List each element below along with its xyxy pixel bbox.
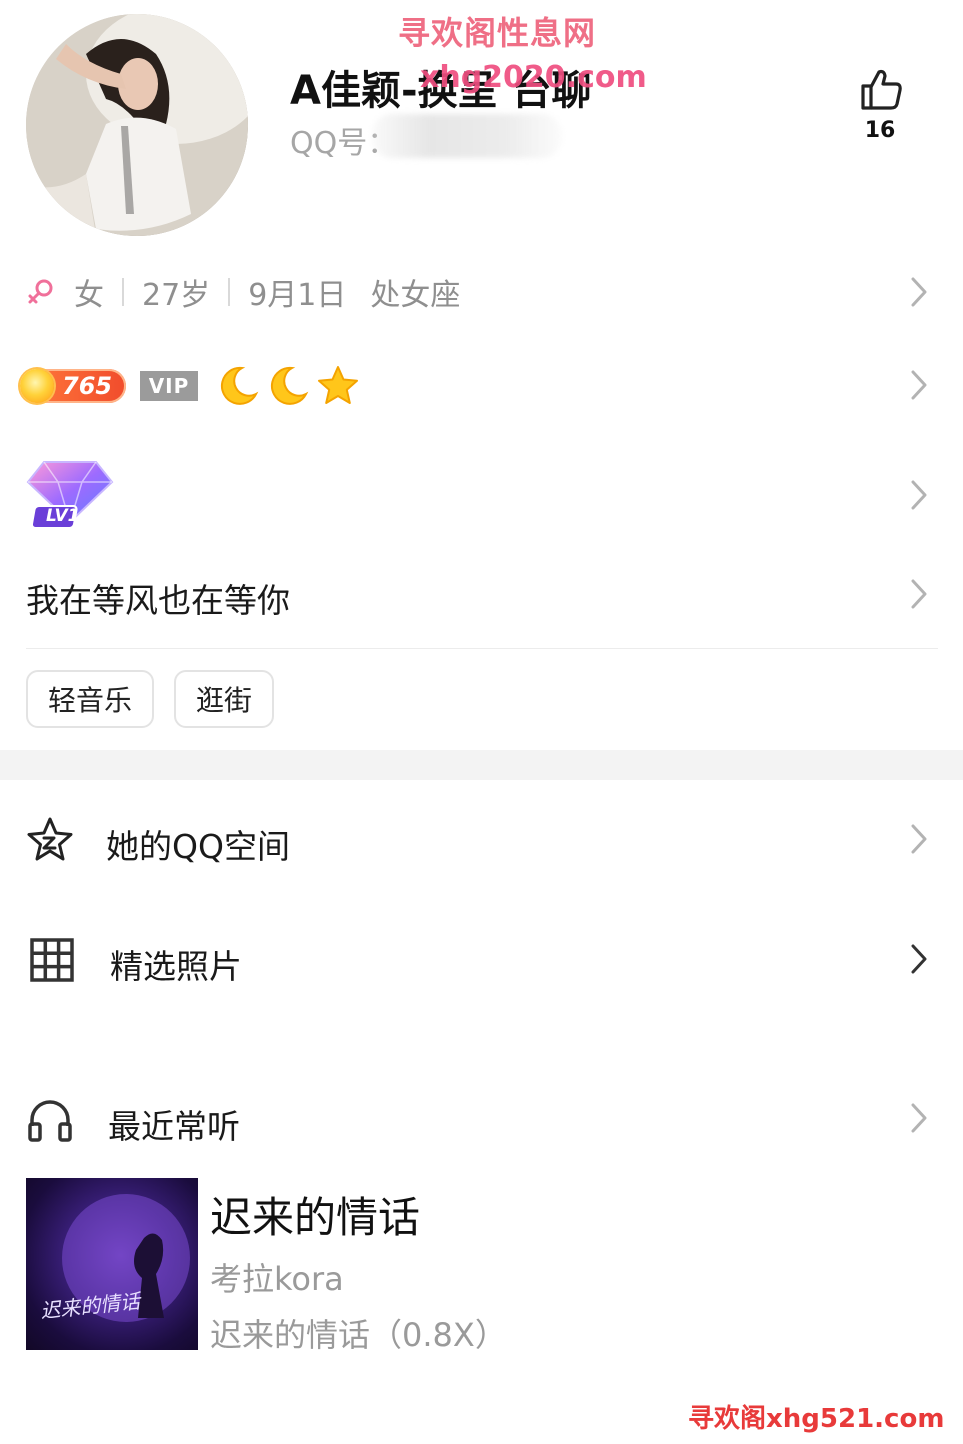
song-artist: 考拉kora — [210, 1260, 344, 1298]
sun-level-badge: 765 — [20, 369, 126, 403]
chevron-right-icon[interactable] — [908, 942, 930, 976]
moon-icon — [220, 366, 259, 405]
badges-row[interactable]: 765 VIP — [20, 360, 360, 412]
song-album: 迟来的情话（0.8X） — [210, 1316, 507, 1354]
chevron-right-icon[interactable] — [908, 822, 930, 856]
watermark-bottom: 寻欢阁xhg521.com — [688, 1404, 945, 1434]
age: 27岁 — [142, 278, 211, 313]
vip-badge: VIP — [140, 371, 198, 401]
grid-icon — [30, 938, 74, 982]
headphones-icon — [28, 1100, 72, 1142]
tag-item[interactable]: 逛街 — [174, 670, 275, 728]
gender: 女 — [74, 278, 104, 313]
thumbs-up-icon[interactable] — [858, 66, 904, 112]
chevron-right-icon[interactable] — [908, 368, 930, 402]
like-count: 16 — [864, 118, 896, 143]
song-title[interactable]: 迟来的情话 — [210, 1184, 420, 1245]
separator — [228, 278, 231, 306]
female-icon — [28, 279, 53, 304]
chevron-right-icon[interactable] — [908, 275, 930, 309]
sun-icon — [20, 369, 54, 403]
level-badge-text: LV1 — [46, 506, 80, 526]
chevron-right-icon[interactable] — [908, 1101, 930, 1135]
section-divider — [0, 750, 963, 780]
album-cover[interactable]: 迟来的情话 — [26, 1178, 198, 1350]
star-icon — [318, 366, 358, 404]
watermark-name-overlay: xhg2020.com — [420, 60, 647, 95]
qzone-star-icon — [27, 817, 73, 861]
basic-info-row[interactable]: 女 27岁 9月1日 处女座 — [26, 270, 460, 314]
menu-recent-music[interactable]: 最近常听 — [108, 1100, 240, 1148]
qq-number-redacted — [372, 114, 562, 158]
avatar[interactable] — [26, 14, 248, 236]
sun-level-value: 765 — [62, 372, 113, 400]
signature[interactable]: 我在等风也在等你 — [26, 574, 290, 622]
chevron-right-icon[interactable] — [908, 478, 930, 512]
tag-item[interactable]: 轻音乐 — [26, 670, 155, 728]
album-art-image — [62, 1194, 190, 1322]
menu-photos[interactable]: 精选照片 — [110, 940, 242, 988]
avatar-photo — [26, 14, 248, 236]
watermark-top: 寻欢阁性息网 — [398, 14, 597, 52]
interest-tags: 轻音乐 逛街 — [26, 670, 275, 728]
separator — [122, 278, 124, 306]
moon-icon — [270, 366, 309, 405]
zodiac: 处女座 — [370, 278, 461, 313]
birthday: 9月1日 — [248, 278, 347, 313]
chevron-right-icon[interactable] — [908, 577, 930, 611]
menu-qzone[interactable]: 她的QQ空间 — [106, 820, 290, 868]
divider — [26, 648, 938, 649]
